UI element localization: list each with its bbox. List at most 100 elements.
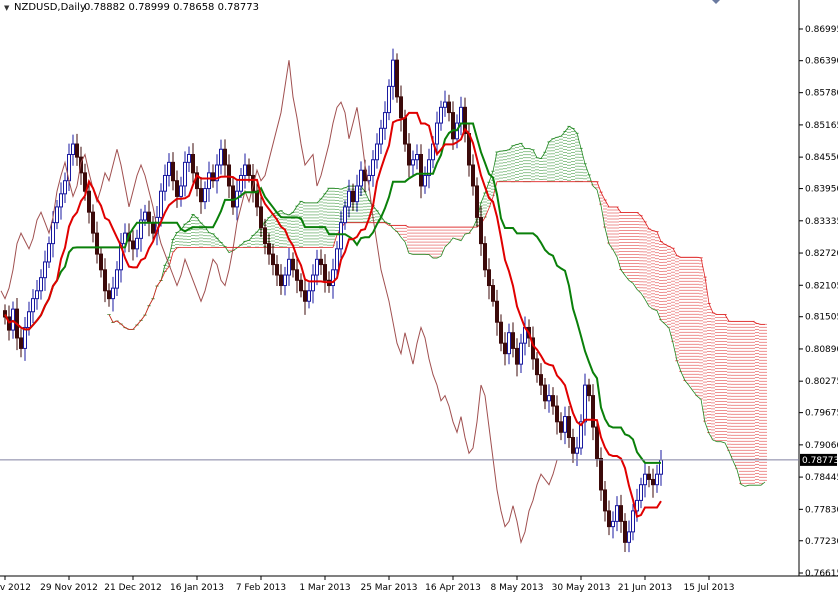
candle [487,269,491,287]
candle [491,285,495,302]
candle [219,148,223,166]
candle [515,347,519,365]
candle [291,258,295,271]
time-tick-label: 15 Jul 2013 [684,583,735,592]
candle [551,395,555,407]
candle [351,190,355,203]
price-tick-label: 0.86390 [805,57,838,67]
candle [543,384,547,402]
candle [211,172,215,182]
candle [231,185,235,208]
candle [399,96,403,119]
candle [279,274,283,287]
time-tick-label: 16 Jan 2013 [170,583,224,592]
candle [567,416,571,439]
candle [199,188,203,203]
candle [99,253,103,271]
candle [207,172,211,190]
candle [639,484,643,501]
candle [587,384,591,397]
candle [287,258,291,276]
candle [35,290,39,300]
price-tick-label: 0.77830 [805,505,838,515]
candle [19,337,23,349]
price-tick-label: 0.85780 [805,89,838,99]
chart-header: ▼ NZDUSD,Daily 0.78882 0.78999 0.78658 0… [4,2,259,13]
candle [247,164,251,176]
candle [187,154,191,163]
candle [471,164,475,187]
candle [387,85,391,114]
candle [171,161,175,182]
price-tick-label: 0.82720 [805,249,838,259]
candle [311,274,315,292]
price-tick-label: 0.80275 [805,377,838,387]
time-tick-label: 21 Dec 2012 [104,583,162,592]
candle [39,277,43,292]
candle [203,188,207,203]
price-tick-label: 0.84550 [805,153,838,163]
candle [595,426,599,459]
candle [87,190,91,213]
chart-symbol: NZDUSD,Daily [14,2,86,13]
time-tick-label: 29 Nov 2012 [40,583,98,592]
candle [503,342,507,355]
candle [375,143,379,161]
price-tick-label: 0.79675 [805,409,838,419]
price-tick-label: 0.77230 [805,537,838,547]
candle [175,180,179,197]
candle [259,206,263,229]
candle [283,274,287,287]
candle [243,164,247,176]
candle [483,243,487,271]
candle [71,143,75,156]
candle [63,180,67,195]
price-tick-label: 0.81505 [805,313,838,323]
candle [27,311,31,328]
candle [615,505,619,522]
candle [307,290,311,302]
candle [603,489,607,512]
price-tick-label: 0.86995 [805,25,838,35]
candle [239,174,243,192]
candle [395,59,399,98]
price-tick-label: 0.82105 [805,281,838,291]
chart-menu-icon[interactable]: ▼ [4,4,10,12]
candle [419,154,423,187]
candle [443,101,447,108]
candle [535,358,539,376]
candle [359,169,363,187]
candle [31,298,35,313]
candle [627,531,631,543]
candle [519,342,523,365]
candle [495,300,499,323]
chart-ohlc: 0.78882 0.78999 0.78658 0.78773 [84,2,259,13]
candle [355,185,359,203]
candle [563,416,567,433]
time-tick-label: 21 Jun 2013 [618,583,672,592]
candle [75,143,79,158]
price-tick-label: 0.76615 [805,569,838,579]
candle [379,127,383,145]
candle [91,211,95,234]
candle [347,190,351,208]
current-price-label: 0.78773 [802,456,838,466]
candle [59,193,63,208]
candle [411,159,415,166]
candle [107,290,111,300]
time-tick-label: 7 Nov 2012 [0,583,31,592]
candle [295,269,299,281]
candle [11,308,15,331]
chart-background [0,0,838,592]
candle [163,174,167,192]
candle [331,269,335,287]
candle [599,457,603,491]
candle [271,253,275,266]
candle [591,395,595,428]
candle [103,269,107,292]
candle [619,505,623,522]
candle [147,211,151,224]
candle [223,148,227,166]
candle [547,395,551,402]
candle [167,161,171,176]
